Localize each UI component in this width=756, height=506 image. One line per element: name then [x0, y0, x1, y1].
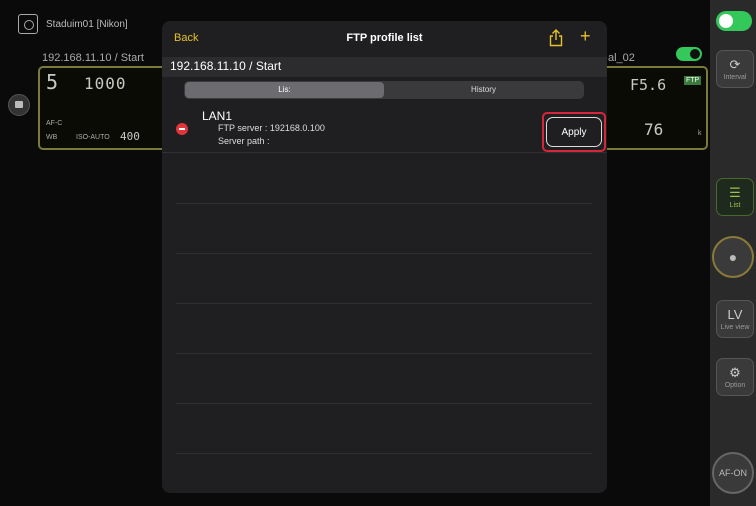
- list-item[interactable]: LAN1 FTP server : 192168.0.100 Server pa…: [162, 103, 607, 153]
- profile-toggle[interactable]: [676, 47, 702, 61]
- wb-label: WB: [46, 134, 58, 141]
- camera-header: Staduim01 [Nikon]: [18, 14, 128, 34]
- tab-list[interactable]: Lis:: [185, 82, 384, 98]
- delete-icon[interactable]: [176, 123, 188, 135]
- modal-title: FTP profile list: [346, 32, 423, 44]
- list-icon: ☰: [729, 184, 741, 200]
- lv-label: LV: [727, 306, 743, 322]
- interval-button[interactable]: ⟳ Interval: [716, 50, 754, 88]
- empty-row-divider: [176, 303, 592, 304]
- live-view-button[interactable]: LV Live view: [716, 300, 754, 338]
- option-button[interactable]: ⚙ Option: [716, 358, 754, 396]
- share-icon[interactable]: [548, 29, 564, 47]
- segmented-control: Lis: History: [184, 81, 584, 99]
- iso-value: 400: [120, 130, 140, 143]
- option-label: Option: [724, 381, 746, 389]
- gear-icon: ⚙: [729, 364, 741, 380]
- add-icon[interactable]: +: [580, 27, 591, 45]
- lcd-panel-left: 5 1000 AF-C WB ISO-AUTO 400: [38, 66, 168, 150]
- frames-remaining: 76: [644, 120, 664, 139]
- profile-path: Server path :: [218, 136, 270, 146]
- empty-row-divider: [176, 403, 592, 404]
- iso-label: ISO-AUTO: [76, 134, 110, 141]
- interval-icon: ⟳: [729, 56, 741, 72]
- profile-name: LAN1: [202, 109, 233, 123]
- background-ip-left: 192.168.11.10 / Start: [42, 52, 144, 64]
- ftp-badge: FTP: [684, 76, 702, 85]
- live-view-label: Live view: [720, 323, 750, 331]
- empty-row-divider: [176, 253, 592, 254]
- camera-shortcut-button[interactable]: [8, 94, 30, 116]
- aperture-value: F5.6: [630, 76, 667, 94]
- interval-label: Interval: [723, 73, 747, 81]
- focus-mode: AF-C: [46, 120, 63, 127]
- shutter-value: 1000: [84, 74, 127, 93]
- empty-row-divider: [176, 453, 592, 454]
- lcd-panel-right: F5.6 FTP 76 k: [600, 66, 708, 150]
- list-label: List: [729, 201, 741, 209]
- af-on-label: AF-ON: [719, 468, 747, 478]
- empty-row-divider: [176, 203, 592, 204]
- ip-bar: 192.168.11.10 / Start: [162, 57, 607, 77]
- profile-server: FTP server : 192168.0.100: [218, 123, 325, 133]
- af-on-button[interactable]: AF-ON: [712, 452, 754, 494]
- apply-button[interactable]: Apply: [546, 117, 602, 147]
- apply-highlight: Apply: [542, 112, 606, 152]
- camera-icon: [18, 14, 38, 34]
- shutter-mode-digit: 5: [46, 70, 59, 94]
- list-button[interactable]: ☰ List: [716, 178, 754, 216]
- shutter-button[interactable]: ●: [712, 236, 754, 278]
- background-ip-right: al_02: [608, 52, 635, 64]
- tab-history[interactable]: History: [384, 82, 583, 98]
- frames-unit: k: [698, 130, 702, 137]
- empty-row-divider: [176, 353, 592, 354]
- camera-name: Staduim01 [Nikon]: [46, 18, 128, 30]
- ftp-profile-modal: Back FTP profile list + 192.168.11.10 / …: [162, 21, 607, 493]
- modal-header: Back FTP profile list +: [162, 21, 607, 57]
- connection-toggle[interactable]: [716, 11, 752, 31]
- camera-shutter-icon: ●: [728, 249, 738, 265]
